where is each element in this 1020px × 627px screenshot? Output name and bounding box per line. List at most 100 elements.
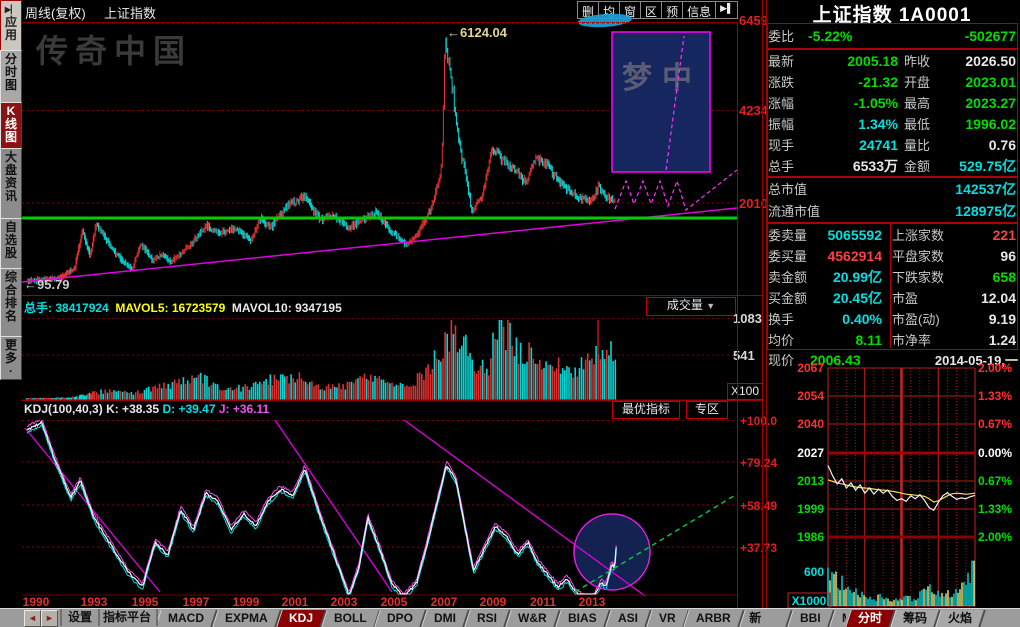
value: -1.05%: [806, 95, 898, 111]
kdj-chart[interactable]: 1990199319951997199920012003200520072009…: [22, 420, 737, 608]
label: 平盘家数: [892, 246, 954, 265]
value: 2023.27: [944, 95, 1016, 111]
value: 2005.18: [806, 53, 898, 69]
svg-text:2013: 2013: [579, 595, 606, 608]
tab-label: EXPMA: [225, 610, 268, 627]
toolbar-tab-kdj[interactable]: KDJ: [276, 610, 327, 627]
toolbar-tab-boll[interactable]: BOLL: [321, 610, 380, 627]
value: 128975亿: [820, 201, 1016, 221]
value: 2026.50: [944, 53, 1016, 69]
toolbar-tab-dpo[interactable]: DPO: [375, 610, 428, 627]
tab-label: 分时: [858, 610, 882, 627]
label: 现手: [768, 135, 806, 154]
panel-tab-火焰[interactable]: 火焰: [935, 610, 986, 627]
sidebar-item-char: ·: [1, 365, 21, 378]
titlebar-button-4[interactable]: 区: [640, 1, 662, 19]
sidebar-item-2[interactable]: 分时图: [0, 50, 22, 103]
label: 最新: [768, 51, 806, 70]
indicator-dropdown[interactable]: 成交量 ▼: [646, 297, 736, 316]
value: 221: [954, 227, 1016, 243]
collapse-panel-button[interactable]: ▶▌: [715, 1, 738, 19]
settings-button[interactable]: 设置: [60, 609, 100, 626]
svg-text:2011: 2011: [530, 595, 556, 608]
svg-text:1995: 1995: [132, 595, 159, 608]
sidebar-item-char: 图: [1, 131, 21, 144]
mavol10-label: MAVOL10:: [232, 301, 292, 315]
titlebar-button-6[interactable]: 信息: [682, 1, 716, 19]
toolbar-tab-asi[interactable]: ASI: [605, 610, 652, 627]
indicator-platform-button[interactable]: 指标平台: [98, 609, 158, 626]
value: 4562914: [820, 248, 882, 264]
best-indicator-button[interactable]: 最优指标: [612, 401, 680, 419]
toolbar-tab-arbr[interactable]: ARBR: [684, 610, 745, 627]
value: 8.11: [820, 332, 882, 348]
tab-label: BBI: [800, 610, 821, 627]
toolbar-tab-w&r[interactable]: W&R: [506, 610, 561, 627]
toolbar-tab-新dma[interactable]: 新DMA: [739, 610, 793, 627]
quote-row: 总手 6533万 金额 529.75亿: [768, 155, 1016, 176]
sidebar-item-6[interactable]: 综合排名: [0, 268, 22, 337]
toolbar-tab-dmi[interactable]: DMI: [422, 610, 471, 627]
label: 市盈(动): [892, 309, 954, 328]
kdj-header: KDJ(100,40,3) K: +38.35 D: +39.47 J: +36…: [24, 402, 269, 416]
tab-label: W&R: [518, 610, 547, 627]
tab-label: 筹码: [903, 610, 927, 627]
sidebar-item-char: 名: [1, 310, 21, 323]
label: 下跌家数: [892, 267, 954, 286]
svg-text:1990: 1990: [23, 595, 50, 608]
detail-row: 委买量 4562914 平盘家数 96: [768, 245, 1016, 266]
intraday-mini-chart[interactable]: 20672054204020272013199919862.00%1.33%0.…: [766, 362, 1020, 608]
toolbar-tab-expma[interactable]: EXPMA: [212, 610, 281, 627]
sidebar-item-7[interactable]: 更多·: [0, 336, 22, 380]
sidebar-item-1[interactable]: ▶▏应用: [0, 0, 22, 51]
volume-header: 总手: 38417924 MAVOL5: 16723579 MAVOL10: 9…: [24, 299, 342, 316]
toolbar-tab-vr[interactable]: VR: [646, 610, 689, 627]
detail-row: 卖金额 20.99亿 下跌家数 658: [768, 266, 1016, 287]
value: 1.34%: [806, 116, 898, 132]
quote-row: 涨幅 -1.05% 最高 2023.27: [768, 92, 1016, 113]
volume-chart[interactable]: [22, 318, 737, 402]
svg-text:梦中: 梦中: [622, 62, 702, 95]
label: 上涨家数: [892, 225, 954, 244]
svg-text:2003: 2003: [331, 595, 358, 608]
indicator-tabs: MACD EXPMA KDJBOLLDPODMI RSI W&R BIASASIVRARB…: [158, 610, 846, 627]
quote-row: 现手 24741 量比 0.76: [768, 134, 1016, 155]
sidebar-item-5[interactable]: 自选股: [0, 218, 22, 269]
detail-row: 委卖量 5065592 上涨家数 221: [768, 224, 1016, 245]
detail-row: 均价 8.11 市净率 1.24: [768, 329, 1016, 350]
tab-label: 火焰: [948, 610, 972, 627]
titlebar-button-5[interactable]: 预: [661, 1, 683, 19]
divider: [737, 22, 738, 608]
mavol5-value: 16723579: [172, 301, 225, 315]
value: -5.22%: [808, 28, 886, 44]
scroll-right-button[interactable]: ►: [41, 610, 58, 627]
panel-tab-分时[interactable]: 分时: [845, 610, 896, 627]
volume-unit-label: X100: [727, 383, 763, 400]
zone-button[interactable]: 专区: [686, 401, 728, 419]
peak-price-label: ←6124.04: [447, 25, 507, 40]
label: 卖金额: [768, 267, 820, 286]
cap-row: 流通市值 128975亿: [768, 200, 1016, 221]
toolbar-tab-macd[interactable]: MACD: [158, 610, 218, 627]
toolbar-tab-rsi[interactable]: RSI: [465, 610, 512, 627]
value: -21.32: [806, 74, 898, 90]
svg-text:2005: 2005: [381, 595, 408, 608]
value: 20.99亿: [820, 267, 882, 287]
value: 142537亿: [807, 179, 1016, 199]
scroll-left-button[interactable]: ◄: [24, 610, 41, 627]
svg-text:1997: 1997: [183, 595, 210, 608]
sidebar-item-4[interactable]: 大盘资讯: [0, 148, 22, 219]
sidebar-item-char: 讯: [1, 190, 21, 203]
toolbar-tab-bbi[interactable]: BBI: [788, 610, 835, 627]
sidebar-item-char: 用: [1, 29, 21, 42]
label: 市净率: [892, 330, 954, 349]
svg-text:0.67%: 0.67%: [978, 474, 1012, 488]
toolbar-tab-bias[interactable]: BIAS: [555, 610, 610, 627]
label: 买金额: [768, 288, 820, 307]
panel-tab-筹码[interactable]: 筹码: [890, 610, 941, 627]
kdj-k-value: K: +38.35: [106, 402, 159, 416]
chevron-down-icon: ▼: [706, 301, 715, 311]
tab-label: RSI: [477, 610, 497, 627]
indicator-dropdown-value: 成交量: [667, 298, 703, 312]
sidebar-item-3[interactable]: K线图: [0, 102, 22, 149]
